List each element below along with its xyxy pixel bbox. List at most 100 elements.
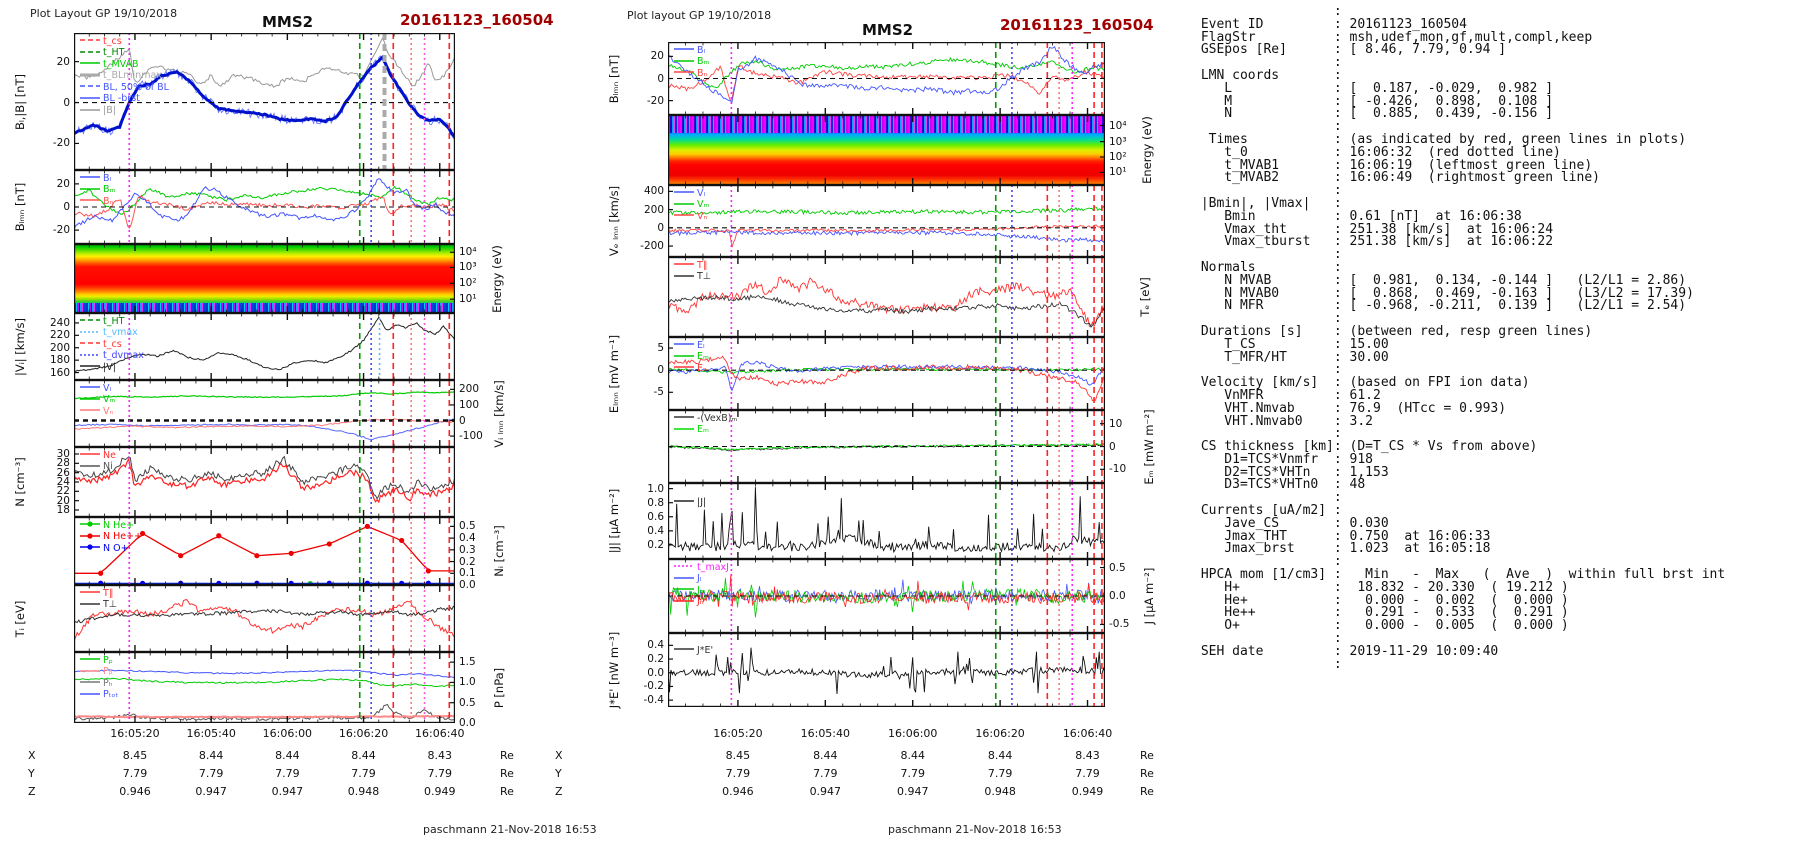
legend-entry-label: t_HT <box>103 47 125 59</box>
legend-entry: Eₘ <box>674 424 737 437</box>
legend-entry-label: Bₗ <box>697 44 706 56</box>
legend-j-lmn: t_maxJ Jₗ Jₘ Jₙ <box>674 562 729 608</box>
ytick-label: 10¹ <box>1109 166 1127 179</box>
time-tick-label: 16:05:40 <box>186 727 236 740</box>
legend-te: T∥ T⊥ <box>674 260 711 283</box>
ytick-label: -100 <box>459 430 483 443</box>
legend-e-lmn: Eₗ Eₘ Eₙ <box>674 340 709 375</box>
legend-entry-label: t_MVAB <box>103 58 139 70</box>
legend-entry-label: |V| <box>103 361 116 373</box>
ytick-label: -0.4 <box>643 694 665 707</box>
legend-entry: Vₙ <box>80 406 115 418</box>
panel-te <box>668 257 1105 337</box>
ephemeris-row-label: Z <box>28 785 36 798</box>
ephemeris-value: 0.949 <box>1071 785 1104 798</box>
legend-entry: Jₘ <box>674 585 729 597</box>
ephemeris-value: 0.947 <box>271 785 304 798</box>
ephemeris-value: 7.79 <box>900 767 925 780</box>
legend-entry-label: Eₗ <box>697 339 705 351</box>
axis-label-j-lmn: J [µA m⁻²] <box>1142 567 1156 625</box>
legend-entry: t_maxJ <box>674 562 729 574</box>
series-Tpar <box>74 599 455 641</box>
ytick-label: 20 <box>56 177 70 190</box>
legend-entry-label: |J| <box>697 496 707 508</box>
time-tick-label: 16:06:20 <box>338 727 389 740</box>
ytick-label: 0.5 <box>459 696 476 709</box>
axis-label-vi-lmn: Vᵢ ₗₘₙ [km/s] <box>492 379 506 448</box>
legend-entry-label: Bₗ <box>103 172 112 184</box>
legend-entry: BL, 50% of BL <box>80 82 169 94</box>
axis-label-ti: Tᵢ [eV] <box>13 600 27 637</box>
panel-ve-lmn <box>668 185 1105 257</box>
axis-label-ion-spectrogram: Energy (eV) <box>490 244 504 313</box>
time-tick-label: 16:05:20 <box>713 727 763 740</box>
ytick-label: 0.0 <box>459 579 476 591</box>
legend-entry: Pₜₒₜ <box>80 690 118 702</box>
legend-line-sample-icon <box>674 68 694 80</box>
ytick-label: 0.5 <box>459 520 476 533</box>
panel-pressure <box>74 652 455 723</box>
legend-line-sample-icon <box>674 363 694 375</box>
ephemeris-value: 8.43 <box>1075 749 1100 762</box>
panel-ion-spectrogram <box>74 244 455 313</box>
legend-line-sample-icon <box>80 362 100 374</box>
legend-entry: Eₗ <box>674 340 709 352</box>
series-JdotE <box>668 647 1105 695</box>
legend-entry: J*E' <box>674 645 713 657</box>
legend-entry: Pᵦ <box>80 666 118 679</box>
left-plot-layout-label: Plot Layout GP 19/10/2018 <box>30 7 178 20</box>
axis-label-n-density: N [cm⁻³] <box>13 457 27 507</box>
left-footer: paschmann 21-Nov-2018 16:53 <box>423 823 597 836</box>
legend-line-sample-icon <box>674 425 694 437</box>
legend-entry-label: t_maxJ <box>697 561 729 573</box>
legend-entry-label: t_dvmax <box>103 350 144 362</box>
ephemeris-row-label: Z <box>555 785 563 798</box>
ephemeris-value: 0.947 <box>809 785 842 798</box>
axis-label-e-lmn: Eₗₘₙ [mV m⁻¹] <box>607 334 621 413</box>
ephemeris-unit: Re <box>1140 749 1154 762</box>
legend-line-sample-icon <box>674 562 694 574</box>
legend-entry-label: Pₚ <box>103 654 113 666</box>
legend-entry: Jₙ <box>674 597 729 609</box>
legend-entry: Eₘ <box>674 351 709 364</box>
ephemeris-row-label: X <box>555 749 563 762</box>
axis-label-vi-mag: |Vᵢ| [km/s] <box>13 317 27 376</box>
ytick-label: 10⁴ <box>459 246 477 259</box>
legend-line-sample-icon <box>80 678 100 690</box>
legend-line-sample-icon <box>674 597 694 609</box>
ytick-label: 400 <box>643 185 664 198</box>
ytick-label: 0 <box>63 201 70 213</box>
legend-line-sample-icon <box>674 574 694 586</box>
legend-line-sample-icon <box>674 211 694 223</box>
ytick-label: 0 <box>657 72 664 85</box>
legend-entry-label: -(VexB)ₘ <box>697 412 738 424</box>
axis-label-blmn-brst: Bₗₘₙ [nT] <box>607 54 621 103</box>
legend-entry: Ne <box>80 450 116 462</box>
ephemeris-value: 7.79 <box>987 767 1013 780</box>
legend-entry: Bₗ <box>674 45 709 57</box>
legend-entry-label: Jₘ <box>697 584 706 596</box>
panel-blmn-brst <box>668 42 1105 115</box>
ephemeris-unit: Re <box>1140 767 1154 780</box>
legend-line-sample-icon <box>80 600 100 612</box>
legend-entry: Eₙ <box>674 363 709 375</box>
series-BN <box>74 194 455 229</box>
legend-entry: T⊥ <box>674 271 711 284</box>
ytick-label: 10⁴ <box>1109 119 1127 132</box>
series-Tperp <box>74 605 455 624</box>
legend-ve-lmn: Vₗ Vₘ Vₙ <box>674 188 709 223</box>
time-tick-label: 16:06:20 <box>975 727 1025 740</box>
legend-entry: N O+ <box>80 543 142 555</box>
legend-entry-label: |B| <box>103 105 116 117</box>
axis-label-pressure: P [nPa] <box>492 667 506 708</box>
legend-line-sample-icon <box>674 272 694 284</box>
legend-blmn: Bₗ Bₘ Bₙ <box>80 173 115 208</box>
legend-entry-label: Vₙ <box>103 405 114 417</box>
ytick-label: 1.0 <box>647 482 664 495</box>
legend-entry: |V| <box>80 362 144 374</box>
middle-event-id: 20161123_160504 <box>1000 16 1154 34</box>
legend-entry-label: Vₙ <box>697 210 708 222</box>
panel-ti <box>74 585 455 652</box>
legend-line-sample-icon <box>80 71 100 83</box>
ytick-label: 240 <box>49 316 70 329</box>
